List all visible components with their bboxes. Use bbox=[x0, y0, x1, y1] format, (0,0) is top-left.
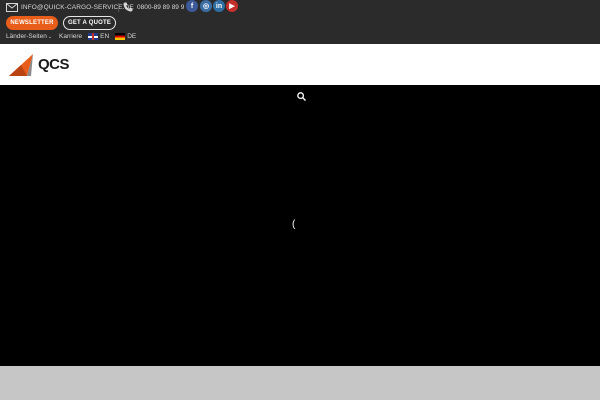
footer-strip bbox=[0, 366, 600, 400]
language-de-link[interactable]: DE bbox=[127, 33, 136, 40]
linkedin-icon[interactable]: in bbox=[213, 0, 225, 12]
nav-row: Länder-Seiten ⌄ Karriere EN DE bbox=[6, 32, 136, 41]
get-a-quote-button[interactable]: GET A QUOTE bbox=[63, 16, 116, 30]
laender-seiten-link[interactable]: Länder-Seiten bbox=[6, 33, 47, 40]
phone-icon bbox=[123, 2, 133, 12]
instagram-icon[interactable]: ◎ bbox=[200, 0, 212, 12]
hero-section: ( bbox=[0, 85, 600, 366]
loading-indicator: ( bbox=[292, 219, 296, 230]
german-flag-icon bbox=[115, 33, 126, 40]
phone-link[interactable]: 0800-89 89 89 9 bbox=[123, 1, 184, 13]
phone-text: 0800-89 89 89 9 bbox=[137, 3, 185, 11]
facebook-icon[interactable]: f bbox=[186, 0, 198, 12]
email-link[interactable]: INFO@QUICK-CARGO-SERVICE.DE bbox=[6, 2, 134, 13]
youtube-icon[interactable]: ▶ bbox=[226, 0, 238, 12]
qcs-logo-icon[interactable] bbox=[8, 52, 34, 78]
site-header: QCS bbox=[0, 44, 600, 85]
contact-row: INFO@QUICK-CARGO-SERVICE.DE 0800-89 89 8… bbox=[0, 0, 600, 14]
logo-text[interactable]: QCS bbox=[38, 56, 70, 73]
divider bbox=[118, 3, 119, 12]
email-text: INFO@QUICK-CARGO-SERVICE.DE bbox=[21, 4, 134, 11]
envelope-icon bbox=[6, 3, 18, 12]
newsletter-button[interactable]: NEWSLETTER bbox=[6, 16, 58, 30]
search-icon[interactable] bbox=[297, 92, 306, 101]
chevron-down-icon[interactable]: ⌄ bbox=[48, 34, 52, 40]
karriere-link[interactable]: Karriere bbox=[59, 33, 82, 40]
uk-flag-icon bbox=[88, 33, 99, 40]
top-bar: INFO@QUICK-CARGO-SERVICE.DE 0800-89 89 8… bbox=[0, 0, 600, 44]
language-en-link[interactable]: EN bbox=[100, 33, 109, 40]
